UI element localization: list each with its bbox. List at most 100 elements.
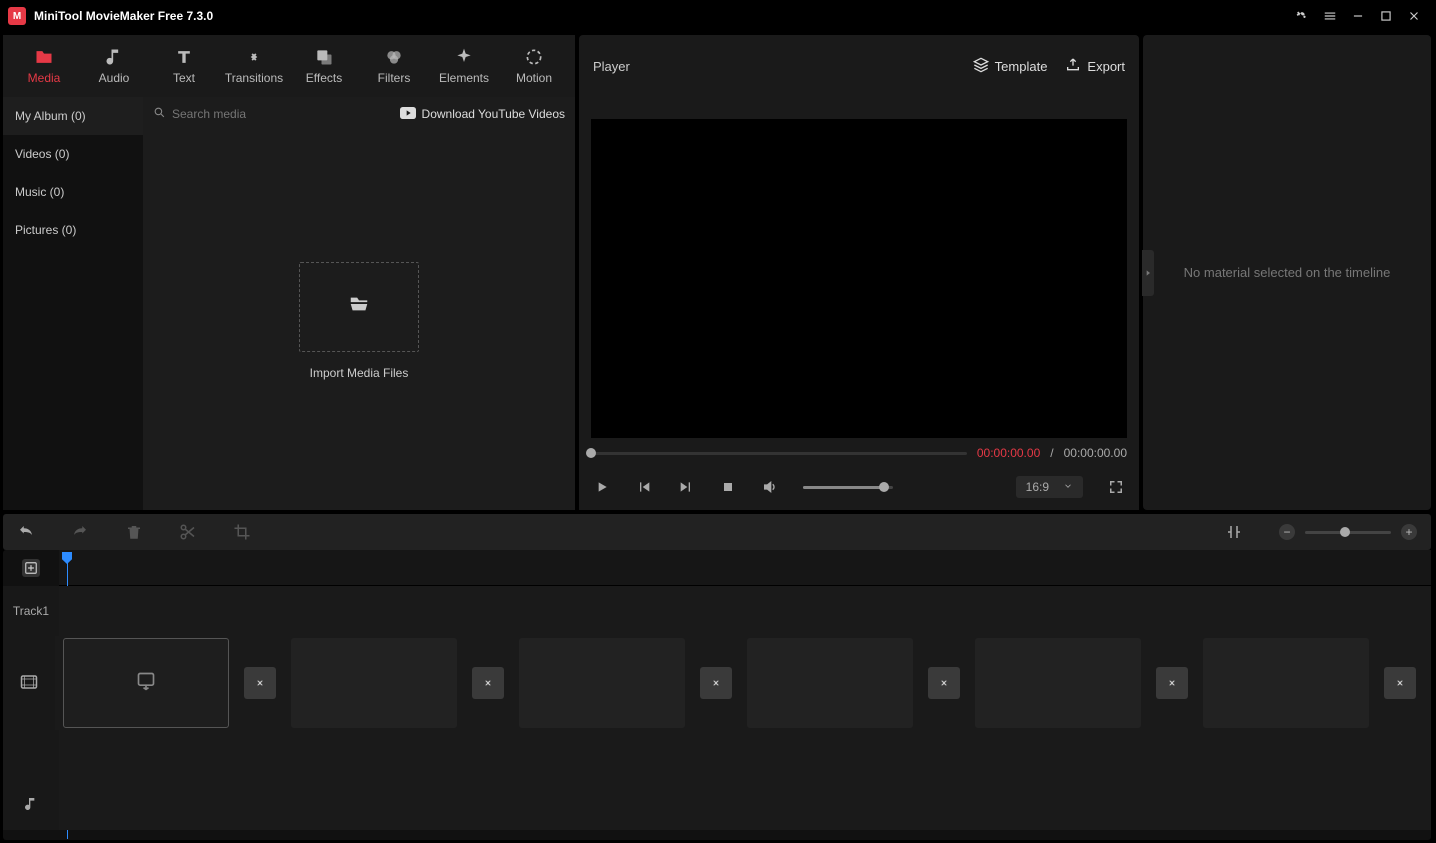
transition-slot[interactable]: [1156, 667, 1188, 699]
folder-icon: [34, 47, 54, 67]
clip-slot[interactable]: [747, 638, 913, 728]
inspector-panel: No material selected on the timeline: [1143, 35, 1431, 510]
album-videos[interactable]: Videos (0): [3, 135, 143, 173]
player-panel: Player Template Export 00:00:00.00 / 00:…: [579, 35, 1139, 510]
zoom-slider[interactable]: [1305, 531, 1391, 534]
text-icon: [174, 47, 194, 67]
minimize-button[interactable]: [1344, 2, 1372, 30]
auto-fit-button[interactable]: [1225, 523, 1243, 541]
transition-slot[interactable]: [1384, 667, 1416, 699]
add-track-button[interactable]: [22, 559, 40, 577]
tab-motion[interactable]: Motion: [499, 47, 569, 85]
close-button[interactable]: [1400, 2, 1428, 30]
tab-media[interactable]: Media: [9, 47, 79, 85]
export-label: Export: [1087, 59, 1125, 74]
overlay-track-lane[interactable]: [59, 730, 1431, 780]
activate-key-icon[interactable]: [1288, 2, 1316, 30]
time-current: 00:00:00.00: [977, 446, 1040, 460]
undo-button[interactable]: [17, 523, 35, 541]
redo-button[interactable]: [71, 523, 89, 541]
volume-button[interactable]: [761, 478, 779, 496]
video-preview: [591, 119, 1127, 438]
video-track-icon: [20, 673, 38, 694]
tab-text-label: Text: [173, 71, 195, 85]
tab-filters[interactable]: Filters: [359, 47, 429, 85]
search-input[interactable]: [172, 107, 322, 121]
template-button[interactable]: Template: [973, 57, 1048, 76]
timeline-ruler[interactable]: [59, 550, 1431, 586]
tab-filters-label: Filters: [378, 71, 411, 85]
title-bar: M MiniTool MovieMaker Free 7.3.0: [0, 0, 1436, 32]
tab-elements-label: Elements: [439, 71, 489, 85]
delete-button[interactable]: [125, 523, 143, 541]
album-music[interactable]: Music (0): [3, 173, 143, 211]
player-label: Player: [593, 59, 630, 74]
tab-audio-label: Audio: [99, 71, 130, 85]
clip-slot[interactable]: [975, 638, 1141, 728]
timeline-toolbar: − +: [3, 514, 1431, 550]
transition-slot[interactable]: [928, 667, 960, 699]
tab-effects-label: Effects: [306, 71, 342, 85]
app-title: MiniTool MovieMaker Free 7.3.0: [34, 9, 213, 23]
tab-effects[interactable]: Effects: [289, 47, 359, 85]
transition-slot[interactable]: [472, 667, 504, 699]
template-icon: [973, 57, 989, 76]
split-button[interactable]: [179, 523, 197, 541]
motion-icon: [524, 47, 544, 67]
export-button[interactable]: Export: [1065, 57, 1125, 76]
stop-button[interactable]: [719, 478, 737, 496]
tab-text[interactable]: Text: [149, 47, 219, 85]
youtube-icon: [400, 107, 416, 122]
fullscreen-button[interactable]: [1107, 478, 1125, 496]
import-media-label: Import Media Files: [310, 366, 409, 380]
clip-slot[interactable]: [1203, 638, 1369, 728]
filters-icon: [384, 47, 404, 67]
tab-transitions-label: Transitions: [225, 71, 283, 85]
chevron-down-icon: [1063, 480, 1073, 494]
play-button[interactable]: [593, 478, 611, 496]
download-youtube-link[interactable]: Download YouTube Videos: [400, 107, 565, 122]
hamburger-menu-icon[interactable]: [1316, 2, 1344, 30]
app-logo: M: [8, 7, 26, 25]
audio-track-icon: [23, 796, 39, 815]
transition-slot[interactable]: [244, 667, 276, 699]
effects-icon: [314, 47, 334, 67]
transitions-icon: [244, 47, 264, 67]
clip-slot[interactable]: [519, 638, 685, 728]
tab-elements[interactable]: Elements: [429, 47, 499, 85]
aspect-ratio-select[interactable]: 16:9: [1016, 476, 1083, 498]
download-youtube-label: Download YouTube Videos: [422, 107, 565, 121]
add-clip-icon: [136, 671, 156, 696]
music-note-icon: [104, 47, 124, 67]
template-label: Template: [995, 59, 1048, 74]
inspector-collapse-handle[interactable]: [1142, 250, 1154, 296]
text-track-lane[interactable]: [59, 586, 1431, 636]
tab-audio[interactable]: Audio: [79, 47, 149, 85]
tab-media-label: Media: [28, 71, 61, 85]
clip-slot[interactable]: [291, 638, 457, 728]
seek-slider[interactable]: [591, 452, 967, 455]
clip-slot[interactable]: [63, 638, 229, 728]
transition-slot[interactable]: [700, 667, 732, 699]
prev-frame-button[interactable]: [635, 478, 653, 496]
folder-open-icon: [346, 293, 372, 320]
maximize-button[interactable]: [1372, 2, 1400, 30]
video-track-lane[interactable]: [55, 636, 1431, 730]
tab-transitions[interactable]: Transitions: [219, 47, 289, 85]
time-total: 00:00:00.00: [1064, 446, 1127, 460]
album-my-album[interactable]: My Album (0): [3, 97, 143, 135]
import-media-button[interactable]: [299, 262, 419, 352]
time-separator: /: [1050, 446, 1053, 460]
tab-motion-label: Motion: [516, 71, 552, 85]
audio-track-lane[interactable]: [59, 780, 1431, 830]
album-pictures[interactable]: Pictures (0): [3, 211, 143, 249]
volume-slider[interactable]: [803, 486, 893, 489]
zoom-in-button[interactable]: +: [1401, 524, 1417, 540]
search-icon: [153, 106, 166, 122]
zoom-out-button[interactable]: −: [1279, 524, 1295, 540]
export-icon: [1065, 57, 1081, 76]
crop-button[interactable]: [233, 523, 251, 541]
timeline: Track1: [3, 550, 1431, 840]
next-frame-button[interactable]: [677, 478, 695, 496]
aspect-ratio-label: 16:9: [1026, 480, 1049, 494]
